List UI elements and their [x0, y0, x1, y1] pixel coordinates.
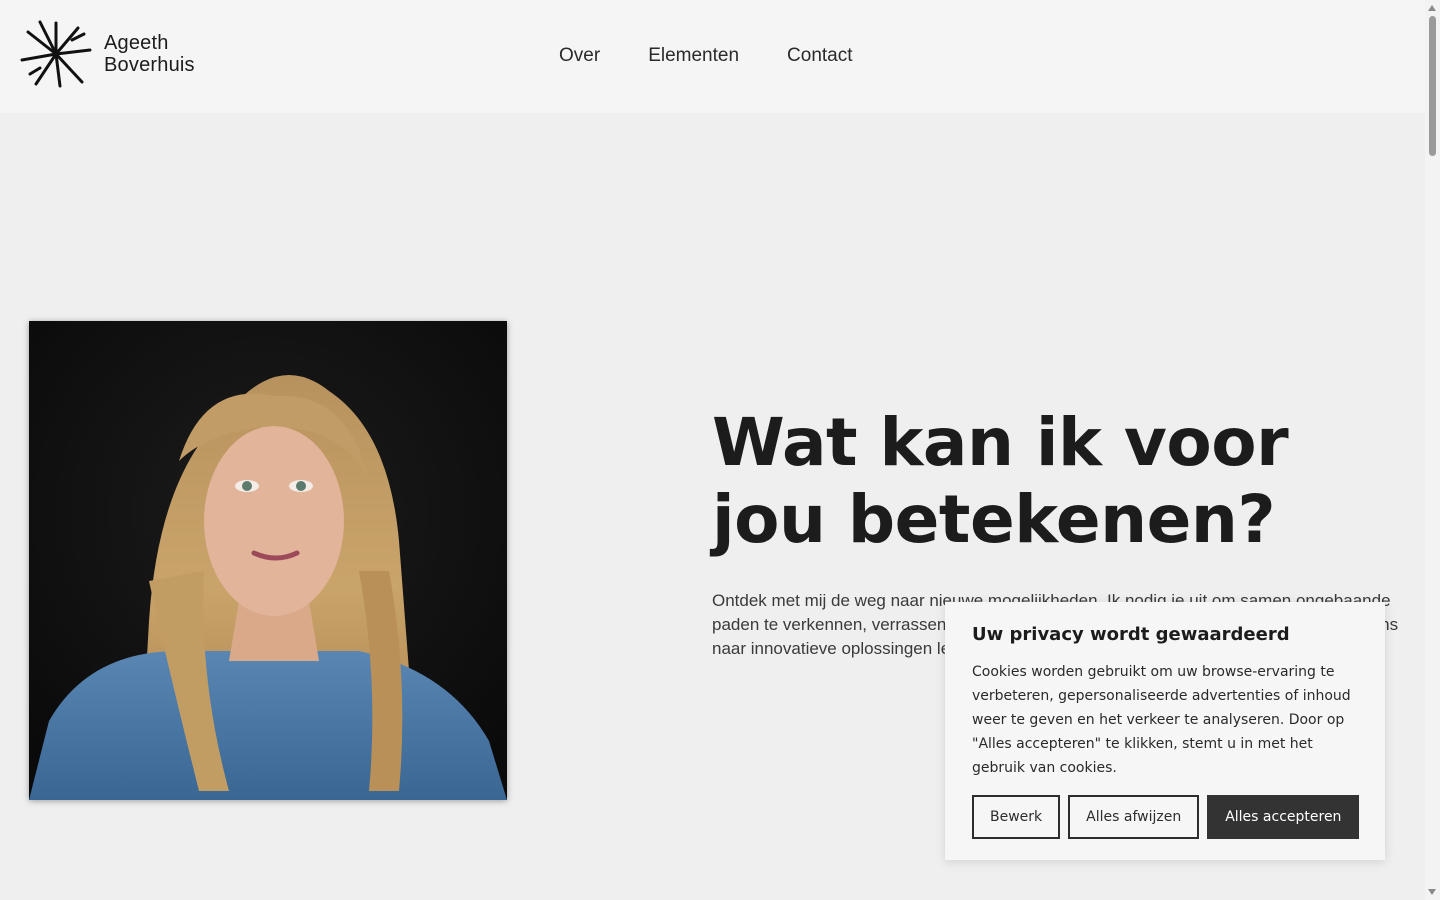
portrait-photo [29, 321, 507, 800]
page-scrollbar[interactable] [1425, 0, 1440, 900]
main-nav: Over Elementen Contact [559, 44, 853, 68]
hero-headline: Wat kan ik voor jou betekenen? [712, 404, 1289, 558]
cookie-button-group: Bewerk Alles afwijzen Alles accepteren [972, 795, 1360, 839]
logo-link[interactable]: Ageeth Boverhuis [20, 20, 195, 88]
cookie-reject-button[interactable]: Alles afwijzen [1068, 795, 1200, 839]
logo-line-2: Boverhuis [104, 54, 195, 76]
cookie-consent-banner: Uw privacy wordt gewaardeerd Cookies wor… [945, 602, 1385, 860]
scroll-up-arrow-icon[interactable] [1428, 5, 1436, 11]
cookie-customize-button[interactable]: Bewerk [972, 795, 1061, 839]
scroll-down-arrow-icon[interactable] [1428, 889, 1436, 895]
cookie-title: Uw privacy wordt gewaardeerd [972, 624, 1290, 645]
logo-wordmark: Ageeth Boverhuis [104, 32, 195, 76]
site-header: Ageeth Boverhuis Over Elementen Contact [0, 0, 1425, 113]
nav-item-elementen[interactable]: Elementen [648, 44, 739, 68]
logo-starburst-icon [20, 20, 92, 88]
nav-item-over[interactable]: Over [559, 44, 600, 68]
nav-item-contact[interactable]: Contact [787, 44, 852, 68]
scrollbar-thumb[interactable] [1429, 16, 1436, 156]
cookie-text: Cookies worden gebruikt om uw browse-erv… [972, 664, 1351, 776]
logo-line-1: Ageeth [104, 32, 169, 54]
cookie-accept-button[interactable]: Alles accepteren [1207, 795, 1360, 839]
